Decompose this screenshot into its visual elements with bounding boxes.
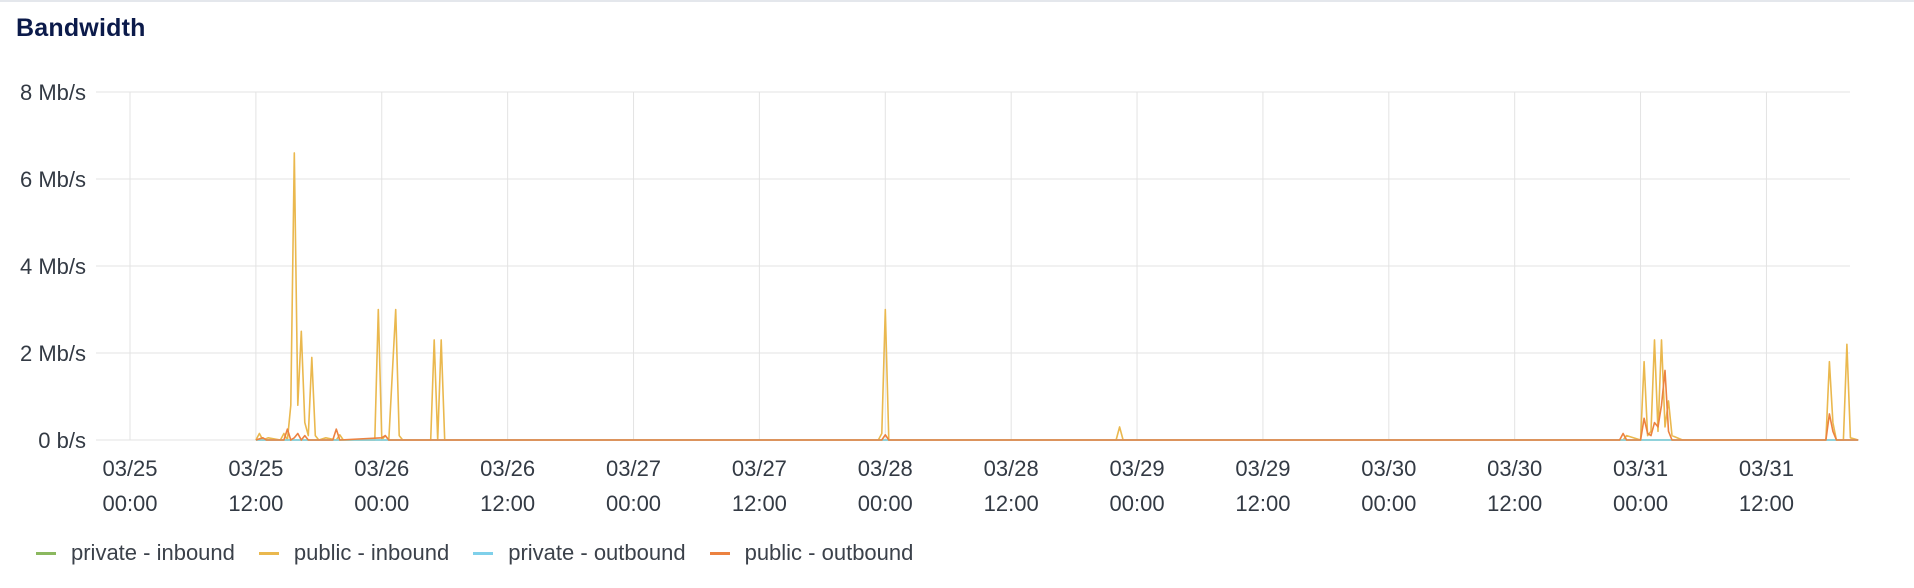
x-tick-date-label: 03/26 — [480, 456, 535, 481]
x-tick-date-label: 03/27 — [732, 456, 787, 481]
x-tick-time-label: 00:00 — [606, 491, 661, 516]
x-tick-date-label: 03/30 — [1487, 456, 1542, 481]
bandwidth-chart: 0 b/s 2 Mb/s 4 Mb/s 6 Mb/s 8 Mb/s 03/25 00:00… — [20, 80, 1859, 516]
legend-swatch-private-outbound — [473, 551, 494, 555]
x-tick-time-label: 00:00 — [858, 491, 913, 516]
x-tick-time-label: 12:00 — [1487, 491, 1542, 516]
y-tick-label: 8 Mb/s — [20, 80, 86, 105]
x-axis: 03/25 00:00 03/25 12:00 03/26 00:00 03/26 12:00… — [102, 456, 1794, 516]
legend-label-private-inbound: private - inbound — [71, 540, 235, 565]
x-tick-date-label: 03/25 — [228, 456, 283, 481]
legend-item-public-outbound[interactable]: public - outbound — [709, 540, 914, 566]
series-line-public-outbound — [255, 369, 1859, 441]
legend-swatch-public-inbound — [258, 551, 279, 555]
x-tick-time-label: 12:00 — [480, 491, 535, 516]
x-tick-date-label: 03/31 — [1613, 456, 1668, 481]
x-tick-date-label: 03/29 — [1110, 456, 1165, 481]
legend-label-public-inbound: public - inbound — [293, 540, 450, 565]
legend-item-public-inbound[interactable]: public - inbound — [258, 540, 450, 566]
y-tick-label: 0 b/s — [38, 428, 86, 453]
grid-layer — [96, 91, 1850, 441]
y-axis: 0 b/s 2 Mb/s 4 Mb/s 6 Mb/s 8 Mb/s — [20, 80, 86, 453]
x-tick-date-label: 03/28 — [984, 456, 1039, 481]
x-tick-date-label: 03/29 — [1235, 456, 1290, 481]
x-tick-date-label: 03/27 — [606, 456, 661, 481]
y-tick-label: 4 Mb/s — [20, 254, 86, 279]
x-tick-time-label: 12:00 — [1235, 491, 1290, 516]
x-tick-date-label: 03/25 — [102, 456, 157, 481]
x-tick-time-label: 12:00 — [984, 491, 1039, 516]
legend-item-private-outbound[interactable]: private - outbound — [473, 540, 686, 566]
x-tick-time-label: 00:00 — [354, 491, 409, 516]
y-tick-label: 6 Mb/s — [20, 167, 86, 192]
legend: private - inbound public - inbound priva… — [36, 540, 937, 566]
legend-label-public-outbound: public - outbound — [744, 540, 914, 565]
x-tick-date-label: 03/31 — [1739, 456, 1794, 481]
x-tick-time-label: 12:00 — [1739, 491, 1794, 516]
x-tick-time-label: 00:00 — [1613, 491, 1668, 516]
legend-item-private-inbound[interactable]: private - inbound — [36, 540, 235, 566]
legend-swatch-private-inbound — [36, 551, 56, 555]
x-tick-time-label: 00:00 — [1361, 491, 1416, 516]
x-tick-time-label: 12:00 — [732, 491, 787, 516]
legend-label-private-outbound: private - outbound — [508, 540, 686, 565]
series-layer — [255, 152, 1859, 441]
x-tick-time-label: 00:00 — [1110, 491, 1165, 516]
y-tick-label: 2 Mb/s — [20, 341, 86, 366]
x-tick-time-label: 00:00 — [102, 491, 157, 516]
x-tick-date-label: 03/28 — [858, 456, 913, 481]
series-line-public-inbound — [255, 152, 1859, 441]
legend-swatch-public-outbound — [709, 551, 730, 555]
x-tick-date-label: 03/26 — [354, 456, 409, 481]
x-tick-time-label: 12:00 — [228, 491, 283, 516]
x-tick-date-label: 03/30 — [1361, 456, 1416, 481]
